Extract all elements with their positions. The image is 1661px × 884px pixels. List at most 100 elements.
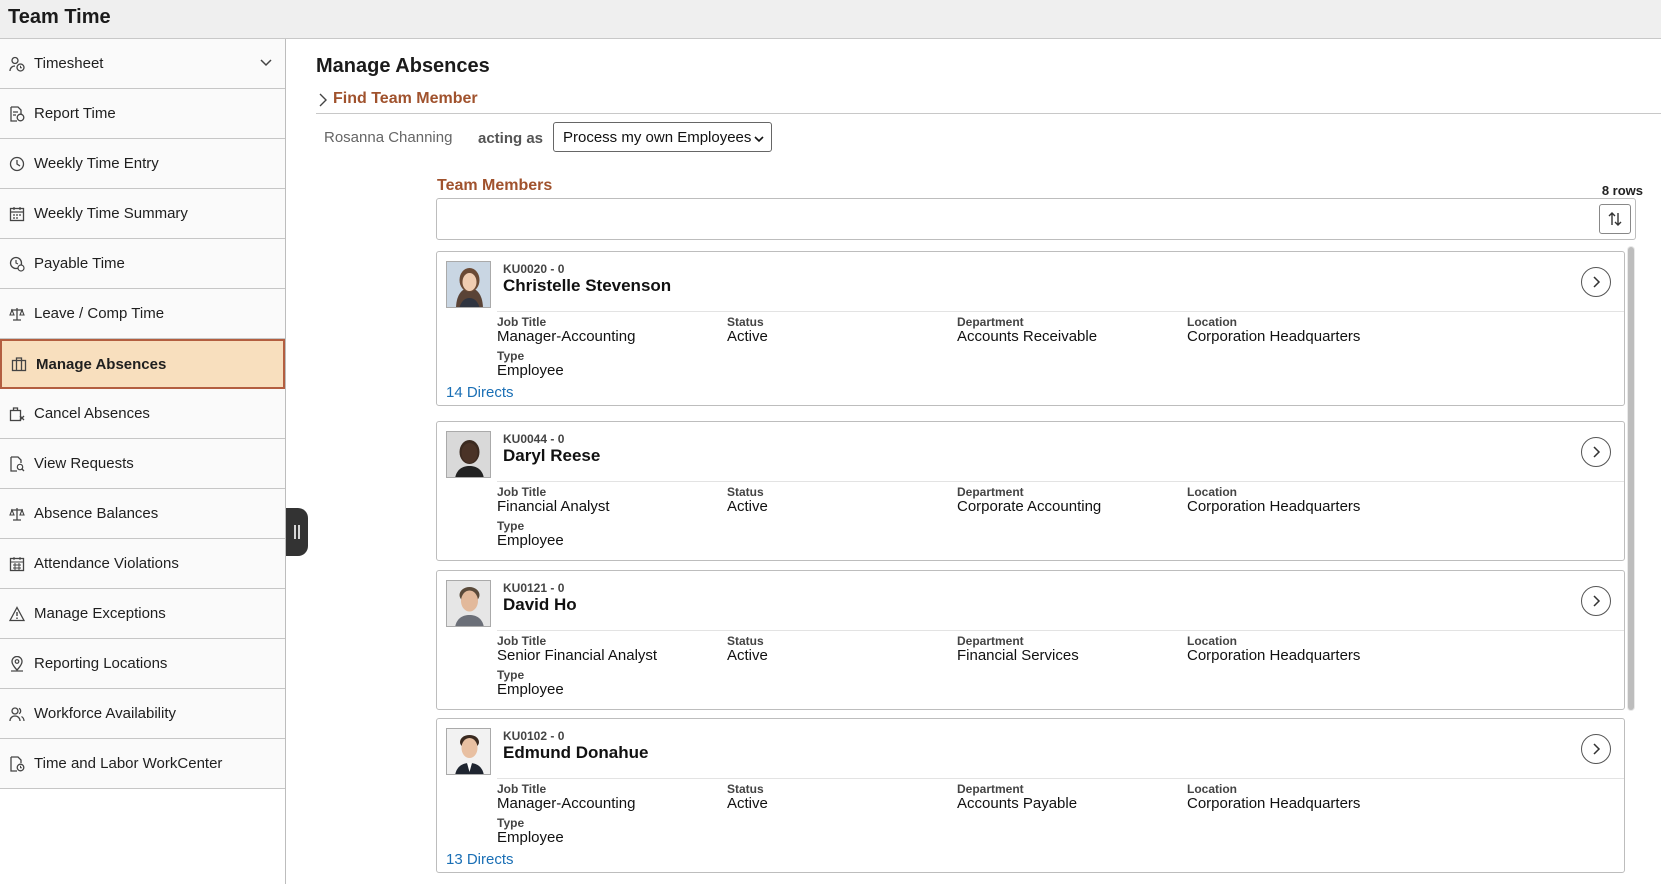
department-label: Department (957, 485, 1024, 499)
department-value: Financial Services (957, 647, 1079, 664)
employee-id: KU0102 - 0 (503, 729, 565, 743)
acting-as-value: Process my own Employees (563, 128, 752, 146)
location-value: Corporation Headquarters (1187, 328, 1361, 345)
scales-icon (8, 505, 26, 523)
acting-as-label: acting as (478, 130, 544, 147)
row-count: 8 rows (1601, 183, 1643, 198)
status-label: Status (727, 634, 764, 648)
sidebar-item-timesheet[interactable]: Timesheet (0, 39, 285, 89)
status-value: Active (727, 498, 768, 515)
scrollbar-thumb[interactable] (1628, 247, 1634, 710)
job-title-label: Job Title (497, 782, 547, 796)
sidebar-item-label: Reporting Locations (34, 655, 168, 672)
sidebar-item-report-time[interactable]: Report Time (0, 89, 285, 139)
details-button[interactable] (1581, 734, 1611, 764)
type-value: Employee (497, 681, 564, 698)
sidebar-item-manage-exceptions[interactable]: Manage Exceptions (0, 589, 285, 639)
team-member-card[interactable]: KU0044 - 0 Daryl Reese Job Title Financi… (436, 421, 1625, 561)
card-divider (497, 311, 1624, 312)
department-value: Accounts Receivable (957, 328, 1098, 345)
type-label: Type (497, 668, 525, 682)
type-value: Employee (497, 829, 564, 846)
sidebar-item-label: Workforce Availability (34, 705, 177, 722)
employee-id: KU0044 - 0 (503, 432, 565, 446)
user-name: Rosanna Channing (324, 129, 453, 146)
location-pin-icon (8, 655, 26, 673)
sidebar-item-label: Report Time (34, 105, 116, 122)
status-value: Active (727, 647, 768, 664)
department-label: Department (957, 634, 1024, 648)
sidebar-item-reporting-locations[interactable]: Reporting Locations (0, 639, 285, 689)
chevron-right-icon (318, 93, 328, 112)
sidebar-item-attendance-violations[interactable]: Attendance Violations (0, 539, 285, 589)
sidebar-item-absence-balances[interactable]: Absence Balances (0, 489, 285, 539)
sidebar-item-label: Time and Labor WorkCenter (34, 755, 223, 772)
sidebar-item-cancel-absences[interactable]: Cancel Absences (0, 389, 285, 439)
location-value: Corporation Headquarters (1187, 795, 1361, 812)
report-time-icon (8, 105, 26, 123)
avatar (446, 728, 491, 775)
page-title: Manage Absences (316, 55, 490, 77)
type-value: Employee (497, 532, 564, 549)
department-value: Accounts Payable (957, 795, 1078, 812)
find-team-member-section[interactable]: Find Team Member (316, 87, 1661, 114)
sidebar-item-view-requests[interactable]: View Requests (0, 439, 285, 489)
type-label: Type (497, 519, 525, 533)
type-label: Type (497, 816, 525, 830)
sidebar-item-label: Absence Balances (34, 505, 159, 522)
sidebar-item-payable-time[interactable]: Payable Time (0, 239, 285, 289)
sidebar-item-workforce-availability[interactable]: Workforce Availability (0, 689, 285, 739)
money-clock-icon (8, 255, 26, 273)
sidebar-item-label: View Requests (34, 455, 134, 472)
department-label: Department (957, 782, 1024, 796)
sidebar-item-weekly-time-summary[interactable]: Weekly Time Summary (0, 189, 285, 239)
department-value: Corporate Accounting (957, 498, 1102, 515)
directs-link[interactable]: 13 Directs (446, 851, 514, 868)
people-icon (8, 705, 26, 723)
directs-link[interactable]: 14 Directs (446, 384, 514, 401)
chevron-down-icon[interactable] (259, 55, 273, 73)
job-title-value: Manager-Accounting (497, 328, 636, 345)
sort-button[interactable] (1599, 204, 1631, 234)
app-header: Team Time (0, 0, 1661, 39)
avatar (446, 580, 491, 627)
job-title-value: Financial Analyst (497, 498, 610, 515)
team-member-card[interactable]: KU0020 - 0 Christelle Stevenson Job Titl… (436, 251, 1625, 406)
details-button[interactable] (1581, 437, 1611, 467)
scales-icon (8, 305, 26, 323)
location-label: Location (1187, 782, 1237, 796)
details-button[interactable] (1581, 267, 1611, 297)
sidebar-nav: Timesheet Report Time Weekly Time Entry … (0, 39, 286, 884)
document-search-icon (8, 455, 26, 473)
job-title-label: Job Title (497, 315, 547, 329)
team-members-title: Team Members (437, 177, 553, 194)
person-clock-icon (8, 55, 26, 73)
employee-name: Daryl Reese (503, 446, 601, 465)
location-label: Location (1187, 634, 1237, 648)
employee-name: David Ho (503, 595, 577, 614)
grid-toolbar (436, 198, 1636, 240)
sidebar-item-weekly-time-entry[interactable]: Weekly Time Entry (0, 139, 285, 189)
briefcase-icon (10, 355, 28, 373)
sidebar-item-label: Payable Time (34, 255, 125, 272)
sort-icon (1608, 212, 1622, 226)
calendar-grid-icon (8, 555, 26, 573)
sidebar-item-label: Manage Exceptions (34, 605, 166, 622)
sidebar-item-time-and-labor-workcenter[interactable]: Time and Labor WorkCenter (0, 739, 285, 789)
sidebar-item-label: Weekly Time Summary (34, 205, 188, 222)
sidebar-item-leave-comp-time[interactable]: Leave / Comp Time (0, 289, 285, 339)
type-label: Type (497, 349, 525, 363)
employee-name: Christelle Stevenson (503, 276, 672, 295)
department-label: Department (957, 315, 1024, 329)
find-team-member-link[interactable]: Find Team Member (333, 90, 478, 108)
team-member-card[interactable]: KU0121 - 0 David Ho Job Title Senior Fin… (436, 570, 1625, 710)
sidebar-item-label: Leave / Comp Time (34, 305, 165, 322)
acting-as-select[interactable]: Process my own Employees (553, 122, 772, 152)
team-member-card[interactable]: KU0102 - 0 Edmund Donahue Job Title Mana… (436, 718, 1625, 873)
details-button[interactable] (1581, 586, 1611, 616)
sidebar-item-manage-absences[interactable]: Manage Absences (0, 339, 285, 389)
calendar-icon (8, 205, 26, 223)
status-value: Active (727, 328, 768, 345)
cancel-briefcase-icon (8, 405, 26, 423)
document-clock-icon (8, 755, 26, 773)
